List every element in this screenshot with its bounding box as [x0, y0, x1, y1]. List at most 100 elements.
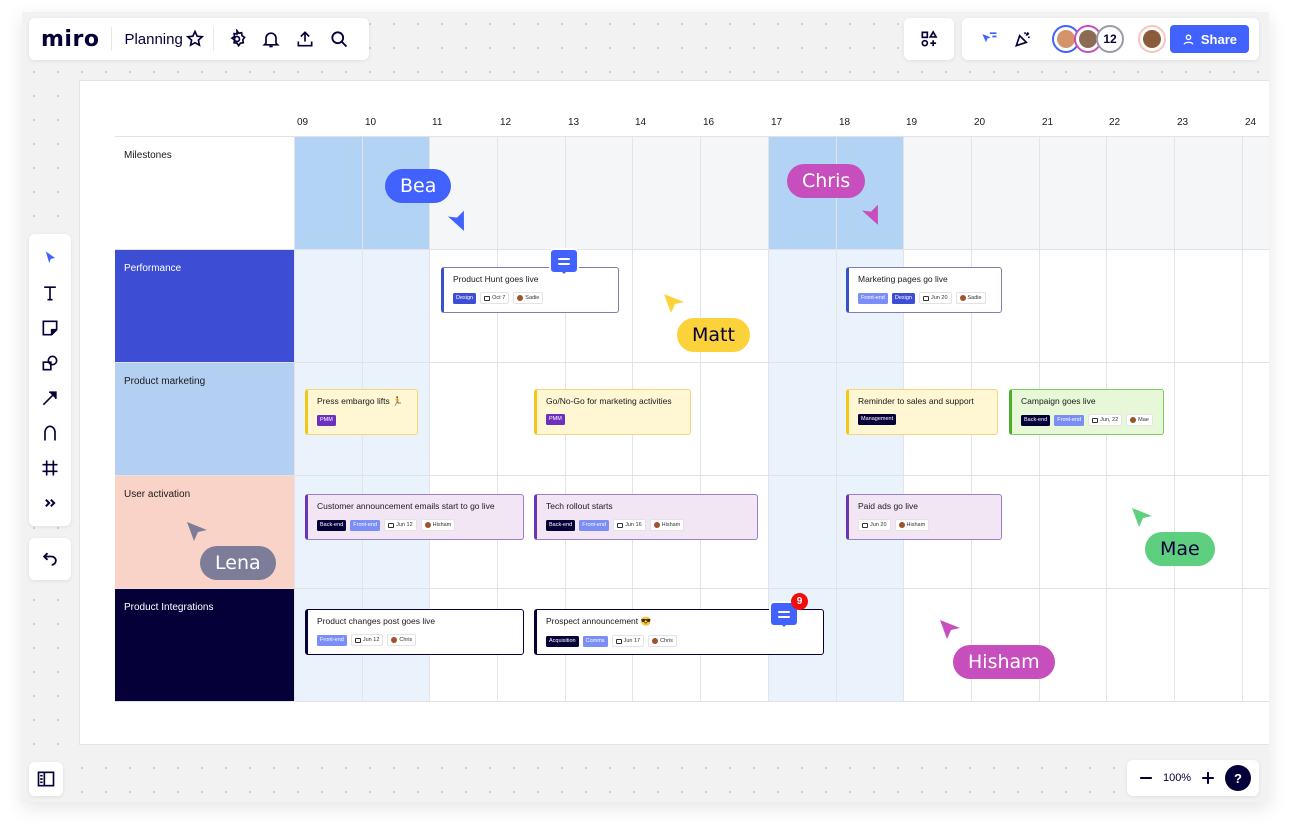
- sticky-note-tool-icon[interactable]: [29, 312, 71, 344]
- grid-line: [768, 137, 769, 249]
- miro-board[interactable]: miro Planning 12 Share 09 10 11 12 13 14…: [22, 12, 1269, 802]
- pen-tool-icon[interactable]: [29, 417, 71, 449]
- date-text: Jun 12: [362, 636, 380, 643]
- card-date: Jun 12: [384, 519, 417, 531]
- owner-avatar: [653, 522, 660, 528]
- card-tag: Comms: [582, 635, 608, 647]
- row-label[interactable]: Product Integrations: [115, 589, 294, 701]
- card-tags: Jun 20 Hisham: [858, 519, 992, 531]
- card-tag: Front-end: [317, 634, 347, 646]
- undo-icon[interactable]: [33, 542, 67, 576]
- more-tools-icon[interactable]: [29, 487, 71, 519]
- card-title: Campaign goes live: [1021, 396, 1096, 406]
- task-card[interactable]: Paid ads go live Jun 20 Hisham: [846, 494, 1002, 540]
- grid-line: [294, 589, 295, 701]
- card-date: Jun 20: [918, 292, 952, 304]
- card-tag: Acquisition: [546, 635, 579, 647]
- miro-logo[interactable]: miro: [41, 27, 99, 52]
- upload-icon[interactable]: [288, 22, 322, 56]
- card-title: Reminder to sales and support: [858, 396, 974, 406]
- select-tool-icon[interactable]: [29, 242, 71, 274]
- row-label[interactable]: Milestones: [115, 137, 294, 249]
- grid-line: [1242, 589, 1243, 701]
- date-text: Oct 7: [492, 294, 506, 301]
- card-title: Marketing pages go live: [858, 274, 948, 284]
- hour-label: 09: [297, 117, 309, 128]
- grid-line: [497, 137, 498, 249]
- calendar-icon: [617, 522, 624, 528]
- owner-avatar: [652, 638, 659, 644]
- grid-line: [836, 250, 837, 362]
- card-owner: Mae: [1126, 414, 1153, 426]
- card-title: Press embargo lifts 🏃: [317, 396, 403, 406]
- owner-avatar: [898, 522, 905, 528]
- zoom-level[interactable]: 100%: [1163, 772, 1191, 784]
- owner-name: Hisham: [432, 521, 452, 528]
- cursor-filter-icon[interactable]: [972, 22, 1006, 56]
- card-owner: Hisham: [649, 519, 685, 531]
- card-tag: Management: [858, 414, 897, 425]
- owner-avatar: [1130, 417, 1137, 423]
- gear-icon[interactable]: [220, 22, 254, 56]
- comment-icon[interactable]: [551, 250, 577, 274]
- card-title: Customer announcement emails start to go…: [317, 501, 495, 511]
- grid-line: [362, 137, 363, 249]
- task-card[interactable]: Campaign goes live Back-end Front-end Jun, …: [1009, 389, 1164, 435]
- card-tags: PMM: [317, 415, 408, 426]
- task-card[interactable]: Reminder to sales and support Management: [846, 389, 998, 435]
- card-owner: Chris: [648, 635, 677, 647]
- task-card[interactable]: Customer announcement emails start to go…: [305, 494, 524, 540]
- grid-line: [294, 250, 295, 362]
- task-card[interactable]: Tech rollout starts Back-end Front-end Jun …: [534, 494, 758, 540]
- current-user-avatar[interactable]: [1138, 25, 1166, 53]
- grid-line: [1242, 137, 1243, 249]
- grid-line: [768, 250, 769, 362]
- card-date: Jun 17: [611, 635, 645, 647]
- grid-line: [294, 363, 295, 475]
- text-tool-icon[interactable]: [29, 277, 71, 309]
- task-card[interactable]: Marketing pages go live Front-end Design Ju…: [846, 267, 1002, 313]
- cursor-arrow-icon: [938, 618, 962, 642]
- hour-label: 22: [1109, 117, 1121, 128]
- task-card[interactable]: Product Hunt goes live Design Oct 7 Sadie: [441, 267, 619, 313]
- card-owner: Chris: [387, 634, 417, 646]
- help-button[interactable]: ?: [1225, 765, 1251, 791]
- owner-name: Hisham: [906, 521, 926, 528]
- grid-line: [1039, 250, 1040, 362]
- shapes-tool-icon[interactable]: [29, 347, 71, 379]
- task-card[interactable]: Go/No-Go for marketing activities PMM: [534, 389, 691, 435]
- zoom-in-button[interactable]: [1197, 761, 1219, 795]
- grid-line: [632, 137, 633, 249]
- arrow-tool-icon[interactable]: [29, 382, 71, 414]
- board-title[interactable]: Planning: [124, 31, 182, 48]
- apps-icon[interactable]: [912, 22, 946, 56]
- collaborator-count[interactable]: 12: [1096, 25, 1124, 53]
- cursor-arrow-icon: [1130, 506, 1154, 530]
- share-button[interactable]: Share: [1169, 25, 1249, 53]
- row-label[interactable]: Performance: [115, 250, 294, 362]
- hour-label: 21: [1042, 117, 1054, 128]
- undo-panel: [29, 538, 71, 580]
- grid-line: [1242, 363, 1243, 475]
- grid-line: [836, 589, 837, 701]
- zoom-out-button[interactable]: [1135, 761, 1157, 795]
- grid-line: [903, 137, 904, 249]
- cursor-arrow-icon: [185, 520, 209, 544]
- milestone-band: [429, 137, 768, 249]
- card-tags: Management: [858, 414, 988, 425]
- hour-label: 23: [1177, 117, 1189, 128]
- card-tags: Design Oct 7 Sadie: [453, 292, 609, 304]
- search-icon[interactable]: [322, 22, 356, 56]
- card-owner: Sadie: [955, 292, 986, 304]
- card-tag: Back-end: [1021, 414, 1051, 426]
- celebrate-icon[interactable]: [1006, 22, 1040, 56]
- card-tags: Back-end Front-end Jun 16 Hisham: [546, 519, 748, 531]
- sidebar-toggle[interactable]: [29, 762, 63, 796]
- task-card[interactable]: Product changes post goes live Front-end J…: [305, 609, 524, 655]
- grid-line: [565, 137, 566, 249]
- row-label[interactable]: Product marketing: [115, 363, 294, 475]
- task-card[interactable]: Press embargo lifts 🏃 PMM: [305, 389, 418, 435]
- bell-icon[interactable]: [254, 22, 288, 56]
- frame-tool-icon[interactable]: [29, 452, 71, 484]
- star-icon[interactable]: [183, 22, 207, 56]
